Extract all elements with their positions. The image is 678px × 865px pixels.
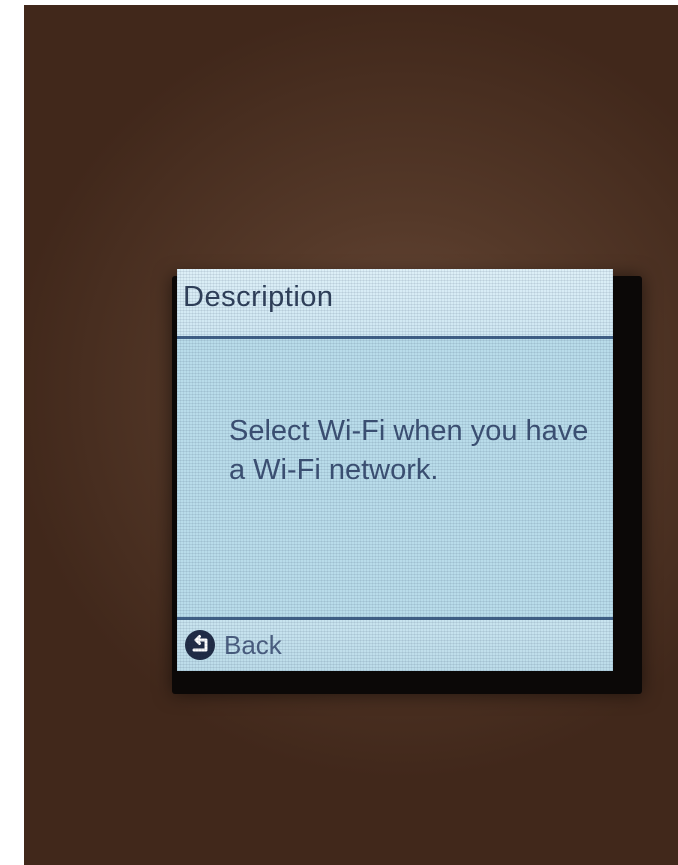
back-arrow-icon [184,629,216,661]
screen-footer: Back [177,617,613,671]
back-label: Back [224,629,282,660]
screen-title: Description [183,281,334,313]
description-message: Select Wi-Fi when you have a Wi-Fi netwo… [229,415,589,486]
lcd-screen: Description Select Wi-Fi when you have a… [177,269,613,671]
back-button[interactable]: Back [184,627,282,663]
screen-header: Description [177,269,613,339]
